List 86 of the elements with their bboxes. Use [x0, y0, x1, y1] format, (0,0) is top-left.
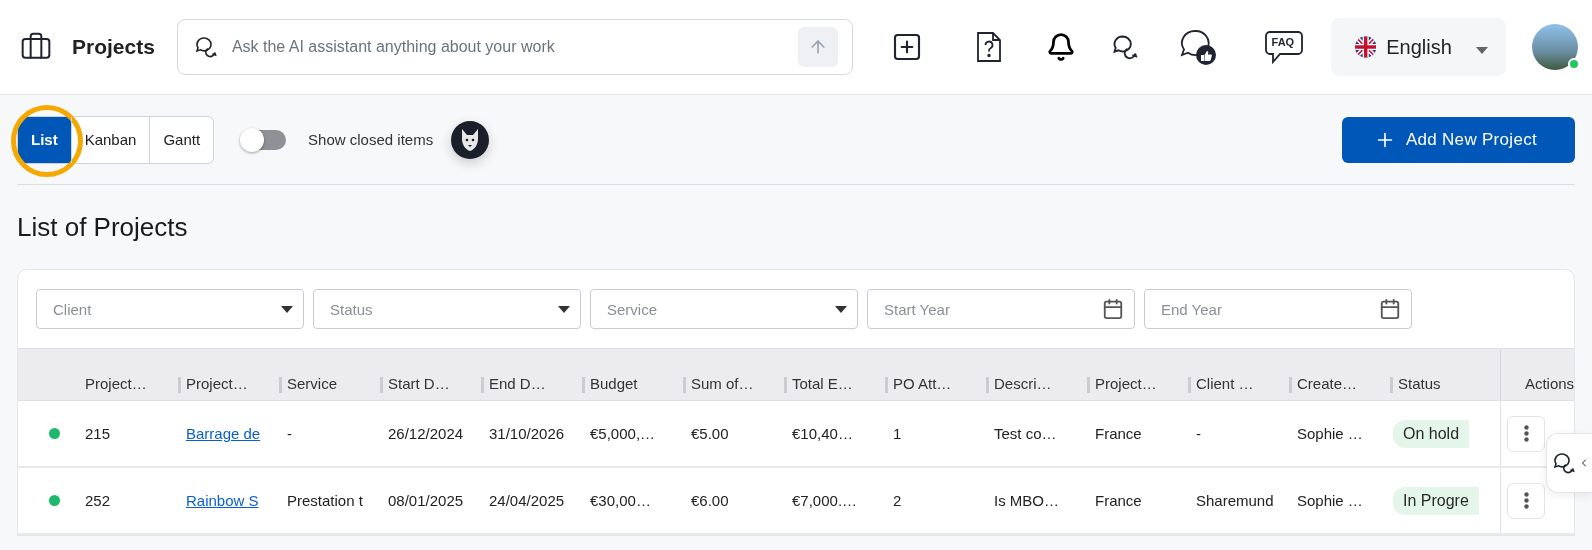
table-cell-text: 215: [84, 424, 112, 444]
caret-icon: [281, 305, 293, 313]
caret-icon: [1475, 46, 1488, 54]
table-cell-text: €30,00…: [589, 491, 652, 511]
table-cell-text: €10,40…: [791, 424, 854, 444]
status-badge: On hold: [1393, 419, 1470, 448]
table-cell-text: Test co…: [993, 424, 1058, 444]
dropdown-field[interactable]: Status: [313, 289, 581, 329]
table-cell-text: -: [286, 424, 293, 444]
help-document-icon[interactable]: [974, 30, 1003, 64]
table-cell-text: France: [1094, 491, 1143, 511]
kebab-icon: [1523, 425, 1529, 442]
add-project-button[interactable]: Add New Project: [1341, 116, 1575, 163]
section-title: List of Projects: [17, 211, 189, 244]
table-cell-text: Sophie …: [1296, 424, 1364, 444]
faq-button[interactable]: FAQ: [1262, 29, 1305, 65]
user-avatar[interactable]: [1531, 24, 1578, 70]
table-cell-text: €5,000,…: [589, 424, 657, 444]
chat-bubbles-icon: [1110, 33, 1139, 61]
column-header[interactable]: Project…: [1090, 349, 1191, 400]
chat-icon[interactable]: [1110, 33, 1139, 61]
chat-icon: [193, 35, 218, 59]
search-input[interactable]: Ask the AI assistant anything about your work: [229, 37, 786, 57]
column-header[interactable]: Service: [282, 349, 383, 400]
project-link[interactable]: Rainbow S: [186, 492, 259, 509]
more-actions-button[interactable]: [1507, 415, 1545, 452]
project-link[interactable]: Barrage de: [186, 425, 261, 442]
table-cell-text: 1: [892, 424, 903, 444]
toggle-label: Show closed items: [308, 131, 434, 148]
page-title: Projects: [72, 35, 155, 59]
chat-widget-button[interactable]: [1546, 433, 1592, 493]
column-header[interactable]: Start D…: [383, 349, 484, 400]
calendar-icon: [1379, 298, 1401, 320]
table-cell-text: 31/10/2026: [488, 424, 566, 444]
table-cell-text: €5.00: [690, 424, 730, 444]
table-cell-text: Sophie …: [1296, 491, 1364, 511]
table-cell-text: €6.00: [690, 491, 730, 511]
filter-input[interactable]: Start Year: [882, 299, 1102, 319]
calendar-icon: [1102, 298, 1124, 320]
column-header[interactable]: Budget: [585, 349, 686, 400]
mascot-avatar: [451, 120, 490, 159]
table-cell-text: France: [1094, 424, 1143, 444]
column-header[interactable]: Client …: [1191, 349, 1292, 400]
view-tab[interactable]: Gantt: [149, 116, 214, 163]
column-header[interactable]: Status: [1393, 349, 1500, 400]
table-cell-text: 252: [84, 491, 112, 511]
kebab-icon: [1523, 492, 1529, 509]
more-actions-button[interactable]: [1507, 482, 1545, 519]
table-cell-text: 2: [892, 491, 903, 511]
filter-input[interactable]: Client: [51, 299, 281, 319]
column-header[interactable]: PO Att…: [888, 349, 989, 400]
toggle-switch[interactable]: [242, 129, 287, 150]
table-cell-text: 08/01/2025: [387, 491, 465, 511]
column-header[interactable]: End D…: [484, 349, 585, 400]
column-header[interactable]: Descri…: [989, 349, 1090, 400]
filter-input[interactable]: Service: [605, 299, 835, 319]
caret-icon: [835, 305, 847, 313]
filter-input[interactable]: End Year: [1159, 299, 1379, 319]
table-cell-text: Prestation t: [286, 491, 364, 511]
column-header[interactable]: Project…: [181, 349, 282, 400]
column-header: Actions: [1500, 349, 1592, 400]
table-cell-text: -: [1195, 424, 1202, 444]
column-header[interactable]: Total E…: [787, 349, 888, 400]
status-badge: In Progre: [1393, 486, 1479, 515]
caret-icon: [558, 305, 570, 313]
date-field[interactable]: End Year: [1144, 289, 1412, 329]
view-tab[interactable]: List: [18, 116, 71, 163]
column-header[interactable]: Sum of…: [686, 349, 787, 400]
dropdown-field[interactable]: Service: [590, 289, 858, 329]
chat-icon: [1552, 451, 1576, 475]
table-cell-text: €7,000.…: [791, 491, 859, 511]
date-field[interactable]: Start Year: [867, 289, 1135, 329]
language-selector[interactable]: English: [1330, 18, 1506, 76]
view-tab[interactable]: Kanban: [70, 116, 150, 163]
notification-icon[interactable]: [1045, 32, 1076, 62]
speech-bubble-icon: [1263, 30, 1304, 64]
ai-search-field[interactable]: Ask the AI assistant anything about your work: [176, 19, 853, 75]
column-header[interactable]: Create…: [1292, 349, 1393, 400]
feedback-chat-icon[interactable]: [1178, 28, 1217, 66]
table-cell-text: Is MBO…: [993, 491, 1060, 511]
table-cell-text: Sharemund: [1195, 491, 1275, 511]
filter-input[interactable]: Status: [328, 299, 558, 319]
column-header[interactable]: Project…: [80, 349, 181, 400]
table-cell-text: 24/04/2025: [488, 491, 566, 511]
dropdown-field[interactable]: Client: [36, 289, 304, 329]
table-cell-text: 26/12/2024: [387, 424, 465, 444]
